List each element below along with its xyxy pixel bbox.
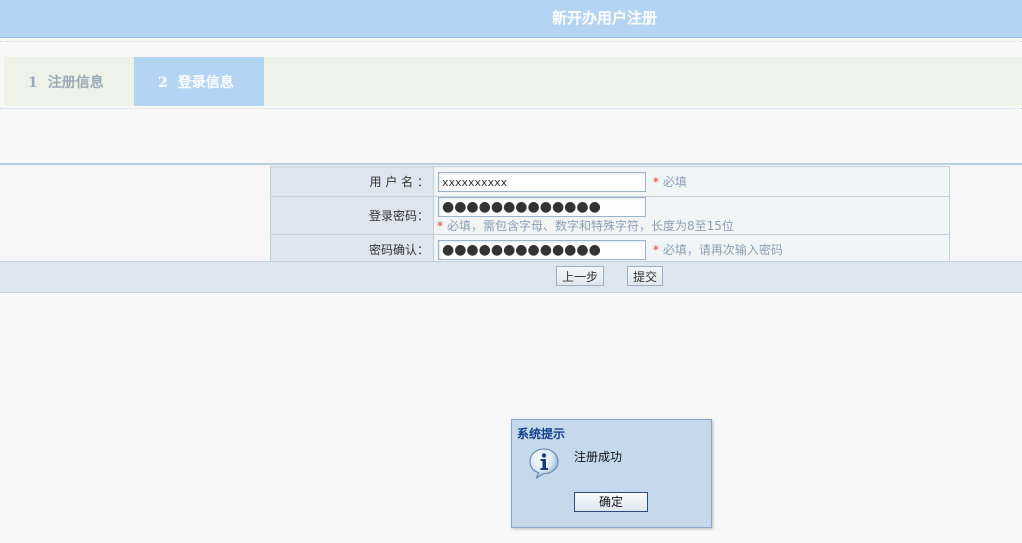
submit-button[interactable]: 提交 — [627, 266, 663, 286]
username-cell: xxxxxxxxxx * 必填 — [433, 166, 950, 197]
step-number: 2 — [158, 75, 168, 91]
confirm-password-input[interactable]: ●●●●●●●●●●●●● — [438, 239, 646, 260]
info-icon — [529, 448, 559, 479]
step-registration-info[interactable]: 1 注册信息 — [4, 57, 134, 106]
step-number: 1 — [28, 75, 38, 91]
username-hint: * 必填 — [653, 173, 687, 190]
dialog-title: 系统提示 — [517, 427, 566, 441]
password-hint: * 必填，需包含字母、数字和特殊字符，长度为8至15位 — [437, 217, 734, 234]
required-star: * — [437, 219, 443, 233]
hint-text: 必填 — [662, 175, 687, 189]
password-cell: ●●●●●●●●●●●●● * 必填，需包含字母、数字和特殊字符，长度为8至15位 — [433, 196, 950, 235]
username-input[interactable]: xxxxxxxxxx — [438, 171, 646, 192]
dialog-message: 注册成功 — [574, 450, 623, 464]
login-info-form: 用 户 名 ： xxxxxxxxxx * 必填 登录密码： ●●●●●●●●●●●… — [270, 166, 950, 265]
step-strip: 1 注册信息 2 登录信息 — [4, 57, 1022, 106]
divider — [0, 108, 1022, 109]
password-input[interactable]: ●●●●●●●●●●●●● — [438, 197, 646, 217]
step-login-info[interactable]: 2 登录信息 — [134, 57, 264, 106]
username-label: 用 户 名 ： — [270, 166, 434, 197]
required-star: * — [652, 175, 659, 189]
system-alert-dialog: 系统提示 注册成功 确定 — [511, 419, 712, 528]
button-bar: 上一步 提交 — [0, 261, 1022, 293]
confirm-password-cell: ●●●●●●●●●●●●● * 必填，请再次输入密码 — [433, 234, 950, 265]
required-star: * — [652, 243, 659, 257]
divider — [0, 41, 1022, 42]
form-row-confirm: 密码确认： ●●●●●●●●●●●●● * 必填，请再次输入密码 — [270, 234, 950, 265]
confirm-password-hint: * 必填，请再次输入密码 — [653, 241, 783, 258]
step-label: 注册信息 — [47, 75, 104, 91]
hint-text: 必填，请再次输入密码 — [662, 243, 783, 257]
hint-text: 必填，需包含字母、数字和特殊字符，长度为8至15位 — [447, 219, 734, 233]
header-bar: 新开办用户注册 — [0, 0, 1022, 38]
ok-button[interactable]: 确定 — [574, 492, 648, 512]
form-row-username: 用 户 名 ： xxxxxxxxxx * 必填 — [270, 166, 950, 197]
password-label: 登录密码： — [270, 196, 434, 235]
confirm-password-label: 密码确认： — [270, 234, 434, 265]
step-label: 登录信息 — [177, 75, 234, 91]
previous-step-button[interactable]: 上一步 — [556, 266, 604, 286]
form-row-password: 登录密码： ●●●●●●●●●●●●● * 必填，需包含字母、数字和特殊字符，长度… — [270, 196, 950, 235]
page-title: 新开办用户注册 — [552, 9, 658, 27]
